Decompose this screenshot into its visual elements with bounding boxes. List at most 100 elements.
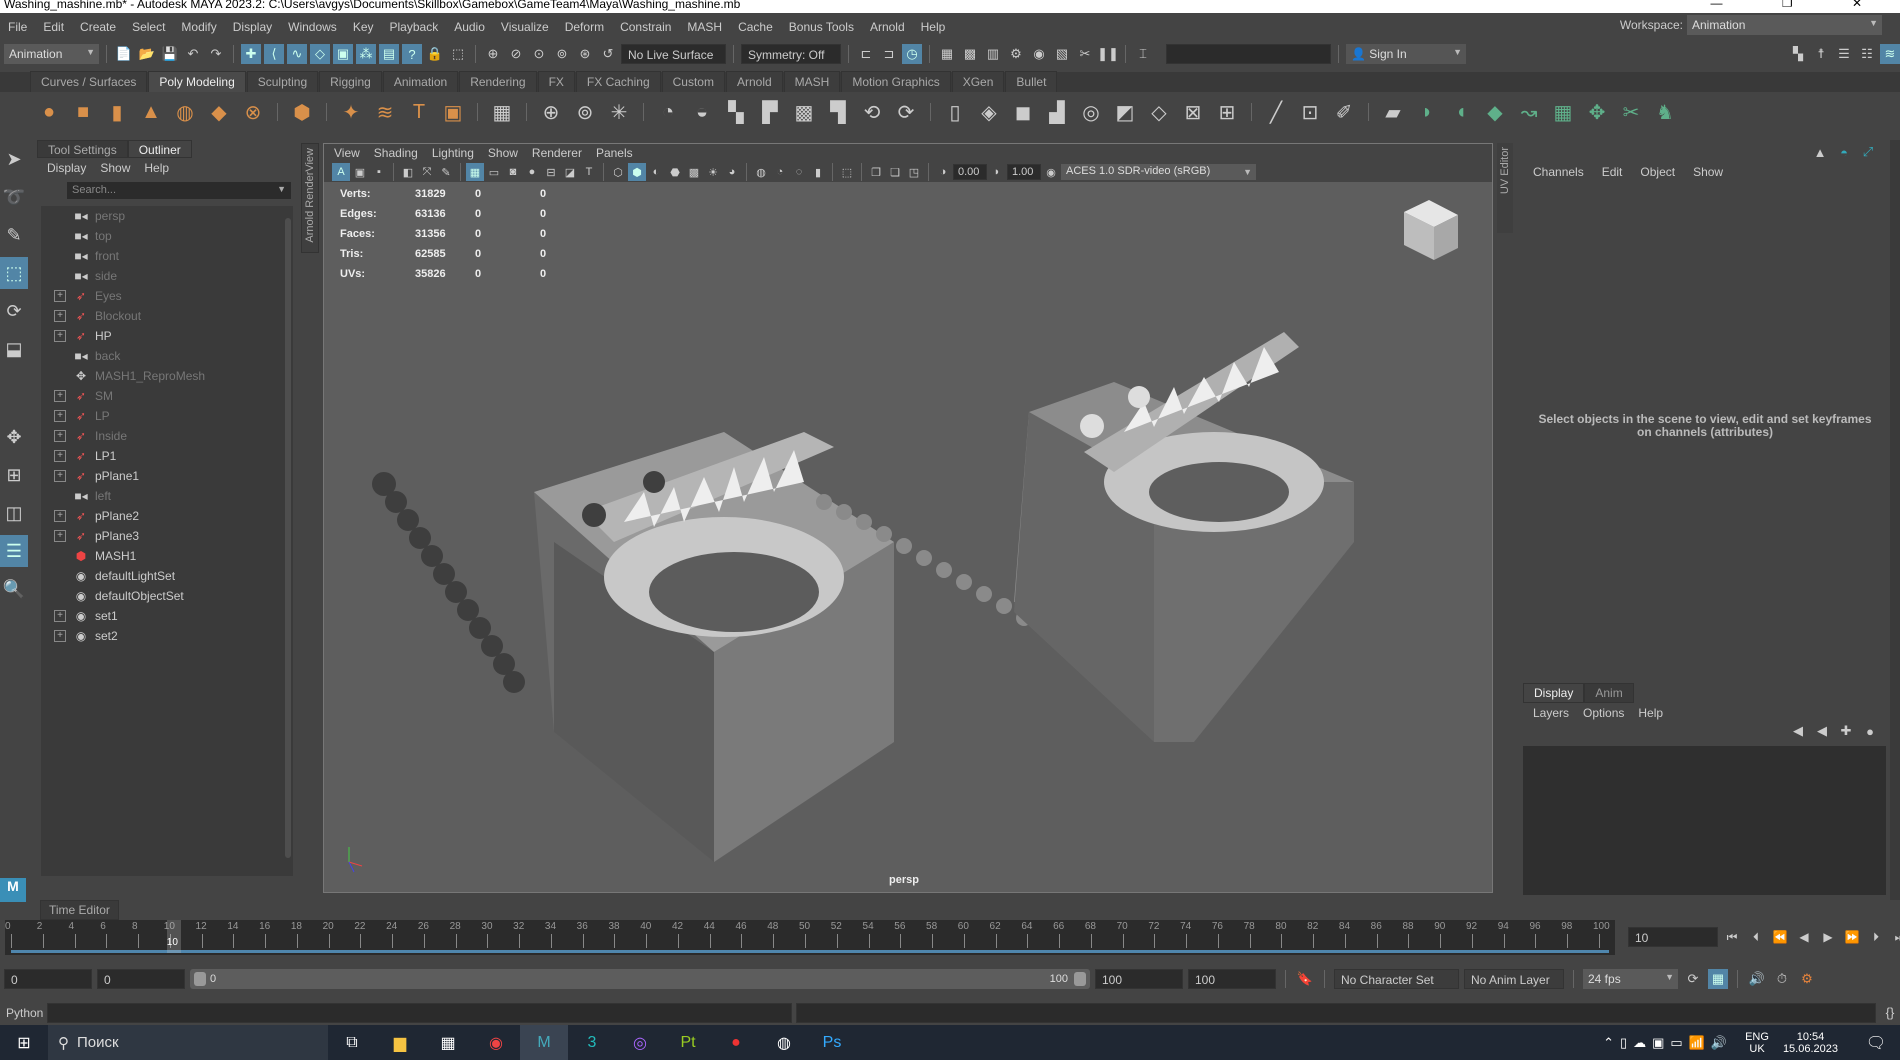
input-ops-icon[interactable]: ⊏ — [856, 44, 876, 64]
menu-playback[interactable]: Playback — [382, 20, 447, 34]
select-joint-icon[interactable]: ⁂ — [356, 44, 376, 64]
shelf-target-weld-icon[interactable]: ⊞ — [1213, 98, 1241, 126]
expand-icon[interactable]: + — [54, 390, 66, 402]
window-controls[interactable]: — ❐ ✕ — [1711, 0, 1890, 10]
four-view-icon[interactable]: ⊞ — [0, 459, 28, 491]
shelf-extract-icon[interactable]: ▛ — [756, 98, 784, 126]
shelf-cylinder-icon[interactable]: ▮ — [103, 98, 131, 126]
shelf-knife-icon[interactable]: ✐ — [1330, 98, 1358, 126]
menu-display[interactable]: Display — [47, 161, 86, 175]
xray-joints-icon[interactable]: ❏ — [886, 163, 904, 181]
step-forward-key-icon[interactable]: ⏩ — [1842, 927, 1862, 947]
new-layer-selected-icon[interactable]: ● — [1860, 721, 1880, 741]
step-forward-frame-icon[interactable]: ⏵ — [1866, 927, 1886, 947]
exposure-field[interactable]: 0.00 — [953, 164, 987, 180]
menu-help[interactable]: Help — [1638, 706, 1663, 720]
step-back-key-icon[interactable]: ⏪ — [1770, 927, 1790, 947]
outliner-item[interactable]: ⬢ MASH1 — [41, 546, 283, 566]
shelf-tab-fx[interactable]: FX — [537, 71, 575, 92]
save-scene-icon[interactable]: 💾 — [160, 44, 180, 64]
menu-file[interactable]: File — [0, 20, 35, 34]
shelf-transfer-icon[interactable]: ◗ — [1413, 98, 1441, 126]
expand-icon[interactable]: + — [54, 410, 66, 422]
menu-deform[interactable]: Deform — [557, 20, 612, 34]
shelf-bridge-edge-icon[interactable]: ◼ — [1009, 98, 1037, 126]
washing-machine-right[interactable] — [1014, 332, 1354, 742]
menu-arnold[interactable]: Arnold — [862, 20, 913, 34]
open-scene-icon[interactable]: 📂 — [137, 44, 157, 64]
new-scene-icon[interactable]: 📄 — [114, 44, 134, 64]
wireframe-icon[interactable]: ⬡ — [609, 163, 627, 181]
shelf-smooth-icon[interactable]: ◔ — [654, 98, 682, 126]
shelf-separate-icon[interactable]: ▚ — [722, 98, 750, 126]
undo-icon[interactable]: ↶ — [183, 44, 203, 64]
snap-point-icon[interactable]: ⊙ — [529, 44, 549, 64]
viewport-menu-panels[interactable]: Panels — [596, 146, 633, 160]
current-time-marker[interactable]: 10 — [166, 920, 181, 953]
range-slider[interactable]: 0 100 — [190, 969, 1090, 989]
snap-curve-icon[interactable]: ⊘ — [506, 44, 526, 64]
current-frame-field[interactable]: 10 — [1628, 927, 1718, 947]
xray-components-icon[interactable]: ◳ — [905, 163, 923, 181]
workspace-selector[interactable]: Workspace: Animation — [1620, 15, 1882, 35]
cache-playback-icon[interactable]: ▦ — [1708, 969, 1728, 989]
shelf-tab-rendering[interactable]: Rendering — [459, 71, 537, 92]
go-to-start-icon[interactable]: ⏮ — [1722, 927, 1742, 947]
outliner-item[interactable]: ✥ MASH1_ReproMesh — [41, 366, 283, 386]
arnold-icon[interactable]: ✂ — [1075, 44, 1095, 64]
smooth-shade-icon[interactable]: ⬢ — [628, 163, 646, 181]
tab-display-layers[interactable]: Display — [1523, 683, 1585, 703]
range-start-handle[interactable] — [194, 972, 206, 986]
shelf-tab-mash[interactable]: MASH — [783, 71, 841, 92]
xray-icon[interactable]: ❐ — [867, 163, 885, 181]
shelf-sculpt-icon[interactable]: ✂ — [1617, 98, 1645, 126]
outliner-item[interactable]: ◉ defaultLightSet — [41, 566, 283, 586]
camera-icon[interactable]: ▣ — [351, 163, 369, 181]
script-editor-icon[interactable]: {} — [1880, 1003, 1900, 1023]
right-side-tabs[interactable] — [1890, 140, 1900, 900]
move-tool-icon[interactable]: ⬚ — [0, 257, 28, 289]
single-view-icon[interactable]: ✥ — [0, 421, 28, 453]
wireframe-on-shaded-icon[interactable]: ⬣ — [666, 163, 684, 181]
output-ops-icon[interactable]: ⊐ — [879, 44, 899, 64]
symmetry-field[interactable]: Symmetry: Off — [741, 44, 841, 64]
chrome-icon[interactable]: ◉ — [472, 1025, 520, 1060]
shelf-retopo-tool-icon[interactable]: ✥ — [1583, 98, 1611, 126]
safe-title-icon[interactable]: T — [580, 163, 598, 181]
expand-icon[interactable]: + — [54, 510, 66, 522]
search-icon[interactable]: 🔍 — [0, 573, 28, 605]
shelf-risomb-icon[interactable]: ♞ — [1651, 98, 1679, 126]
move-layer-up-icon[interactable]: ◀ — [1788, 721, 1808, 741]
isolate-select-icon[interactable]: ⬚ — [838, 163, 856, 181]
viewport-menu-renderer[interactable]: Renderer — [532, 146, 582, 160]
menu-visualize[interactable]: Visualize — [493, 20, 557, 34]
outliner-item[interactable]: ■◂ back — [41, 346, 283, 366]
expand-icon[interactable]: + — [54, 610, 66, 622]
select-pivot-icon[interactable]: ◇ — [310, 44, 330, 64]
menu-display[interactable]: Display — [225, 20, 280, 34]
shelf-tab-xgen[interactable]: XGen — [951, 71, 1005, 92]
expand-icon[interactable]: + — [54, 450, 66, 462]
ipr-icon[interactable]: ▥ — [983, 44, 1003, 64]
menu-cache[interactable]: Cache — [730, 20, 781, 34]
clock[interactable]: 10:54 15.06.2023 — [1783, 1031, 1838, 1055]
resolution-gate-icon[interactable]: ◙ — [504, 163, 522, 181]
playback-start-field[interactable]: 0 — [97, 969, 185, 989]
shelf-extrude-icon[interactable]: ▯ — [941, 98, 969, 126]
modeling-toolkit-icon[interactable]: ▚ — [1788, 44, 1808, 64]
shelf-platonic-icon[interactable]: ⬢ — [288, 98, 316, 126]
graph-icon[interactable]: ⤢ — [1858, 142, 1878, 162]
default-material-icon[interactable]: ◐ — [647, 163, 665, 181]
gate-mask-icon[interactable]: ● — [523, 163, 541, 181]
shelf-edge-loop-icon[interactable]: ◇ — [1145, 98, 1173, 126]
shelf-sweep-icon[interactable]: ✦ — [337, 98, 365, 126]
play-backwards-icon[interactable]: ◀ — [1794, 927, 1814, 947]
notifications-icon[interactable]: 🗨 — [1852, 1025, 1900, 1060]
attribute-icon[interactable]: ◓ — [1834, 142, 1854, 162]
move-layer-down-icon[interactable]: ◀ — [1812, 721, 1832, 741]
lock-icon[interactable]: 🔒 — [425, 44, 445, 64]
shelf-boolean-icon[interactable]: ▩ — [790, 98, 818, 126]
expand-icon[interactable]: + — [54, 310, 66, 322]
render-view-icon[interactable]: ▧ — [1052, 44, 1072, 64]
menu-edit[interactable]: Edit — [1602, 165, 1623, 179]
